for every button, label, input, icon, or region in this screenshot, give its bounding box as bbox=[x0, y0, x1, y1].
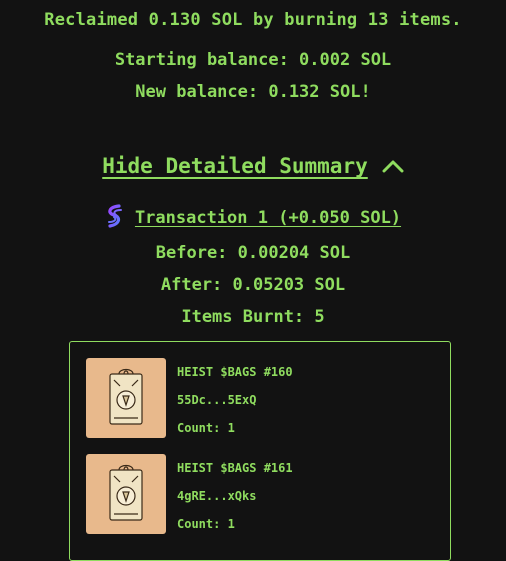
solana-icon bbox=[105, 204, 125, 232]
item-address: 55Dc...5ExQ bbox=[177, 393, 257, 407]
chevron-up-icon[interactable] bbox=[382, 159, 404, 173]
list-item: HEIST $BAGS #160 55Dc...5ExQ Count: 1 bbox=[86, 358, 426, 438]
burnt-items-panel: HEIST $BAGS #160 55Dc...5ExQ Count: 1 HE… bbox=[69, 341, 451, 561]
before-balance: Before: 0.00204 SOL bbox=[155, 243, 351, 263]
bag-thumbnail bbox=[86, 358, 166, 438]
item-count: Count: 1 bbox=[177, 421, 235, 435]
item-meta: HEIST $BAGS #161 4gRE...xQks Count: 1 bbox=[177, 454, 293, 538]
starting-balance: Starting balance: 0.002 SOL bbox=[114, 50, 392, 70]
hide-detailed-summary-toggle[interactable]: Hide Detailed Summary bbox=[0, 154, 506, 178]
items-burnt: Items Burnt: 5 bbox=[181, 307, 325, 327]
list-item: HEIST $BAGS #161 4gRE...xQks Count: 1 bbox=[86, 454, 426, 534]
item-meta: HEIST $BAGS #160 55Dc...5ExQ Count: 1 bbox=[177, 358, 293, 442]
toggle-label[interactable]: Hide Detailed Summary bbox=[102, 154, 368, 178]
after-balance: After: 0.05203 SOL bbox=[160, 275, 346, 295]
transaction-link[interactable]: Transaction 1 (+0.050 SOL) bbox=[135, 208, 401, 228]
item-address: 4gRE...xQks bbox=[177, 489, 257, 503]
item-name: HEIST $BAGS #161 bbox=[177, 461, 293, 475]
reclaimed-summary: Reclaimed 0.130 SOL by burning 13 items. bbox=[44, 10, 462, 30]
transaction-row: Transaction 1 (+0.050 SOL) bbox=[0, 204, 506, 232]
item-name: HEIST $BAGS #160 bbox=[177, 365, 293, 379]
item-count: Count: 1 bbox=[177, 517, 235, 531]
bag-thumbnail bbox=[86, 454, 166, 534]
new-balance: New balance: 0.132 SOL! bbox=[135, 82, 371, 102]
